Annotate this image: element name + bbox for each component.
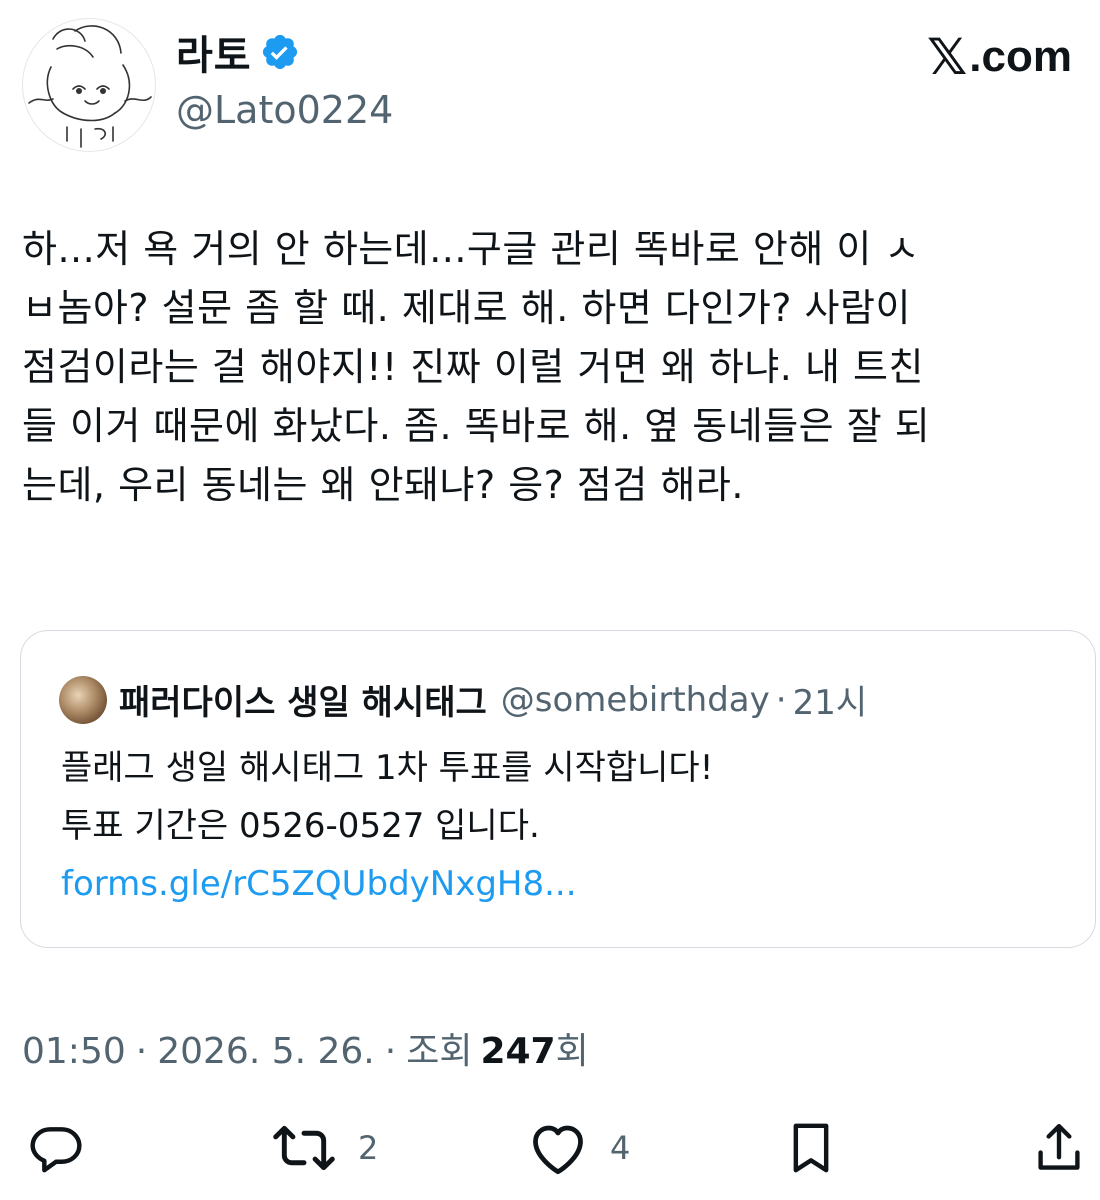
brand-domain: .com	[969, 32, 1072, 81]
tweet-meta: 01:50 · 2026. 5. 26. · 조회 247 회	[22, 1022, 589, 1074]
meta-separator-2: ·	[384, 1031, 397, 1072]
views-suffix: 회	[555, 1031, 589, 1072]
verified-badge-icon	[260, 32, 300, 72]
quoted-separator: ·	[775, 679, 787, 720]
meta-separator-1: ·	[135, 1031, 148, 1072]
views-count: 247	[480, 1031, 556, 1072]
heart-icon	[533, 1125, 583, 1175]
quoted-author-name: 패러다이스 생일 해시태그	[119, 683, 487, 723]
quoted-tweet-card[interactable]: 패러다이스 생일 해시태그 @somebirthday · 21시 플래그 생일…	[20, 630, 1096, 948]
quoted-author-avatar	[59, 675, 107, 724]
quoted-link[interactable]: forms.gle/rC5ZQUbdyNxgH8...	[61, 855, 1061, 913]
share-button[interactable]	[1036, 1118, 1082, 1178]
share-icon	[1038, 1123, 1080, 1170]
tweet-date[interactable]: 2026. 5. 26.	[157, 1031, 375, 1072]
like-button[interactable]: 4	[528, 1118, 630, 1178]
retweet-count: 2	[358, 1129, 379, 1167]
quoted-line-2: 투표 기간은 0526-0527 입니다.	[61, 806, 540, 846]
reply-icon	[30, 1127, 82, 1173]
like-count: 4	[610, 1129, 631, 1167]
quoted-tweet-text: 플래그 생일 해시태그 1차 투표를 시작합니다! 투표 기간은 0526-05…	[61, 739, 1061, 913]
author-avatar[interactable]	[22, 18, 156, 152]
avatar-sketch	[28, 25, 152, 148]
author-block: 라토 @Lato0224	[176, 24, 393, 132]
bookmark-icon	[793, 1123, 829, 1173]
tweet-text: 하...저 욕 거의 안 하는데...구글 관리 똑바로 안해 이 ㅅ ㅂ놈아?…	[22, 227, 931, 507]
x-logo-icon: 𝕏	[927, 28, 968, 86]
reply-button[interactable]	[28, 1118, 84, 1178]
action-bar: 2 4	[0, 1118, 1100, 1178]
quoted-tweet-header: 패러다이스 생일 해시태그 @somebirthday · 21시	[59, 675, 867, 724]
quoted-timestamp: 21시	[792, 683, 868, 723]
quoted-line-1: 플래그 생일 해시태그 1차 투표를 시작합니다!	[61, 748, 714, 788]
author-display-name[interactable]: 라토	[176, 23, 252, 81]
x-brand-logo: 𝕏 .com	[927, 28, 1072, 86]
bookmark-button[interactable]	[786, 1118, 836, 1178]
author-handle[interactable]: @Lato0224	[176, 88, 393, 132]
tweet-time[interactable]: 01:50	[22, 1031, 126, 1072]
views-label: 조회	[406, 1031, 473, 1072]
retweet-button[interactable]: 2	[272, 1118, 378, 1178]
quoted-author-handle: @somebirthday	[500, 679, 770, 720]
retweet-icon	[273, 1125, 335, 1171]
